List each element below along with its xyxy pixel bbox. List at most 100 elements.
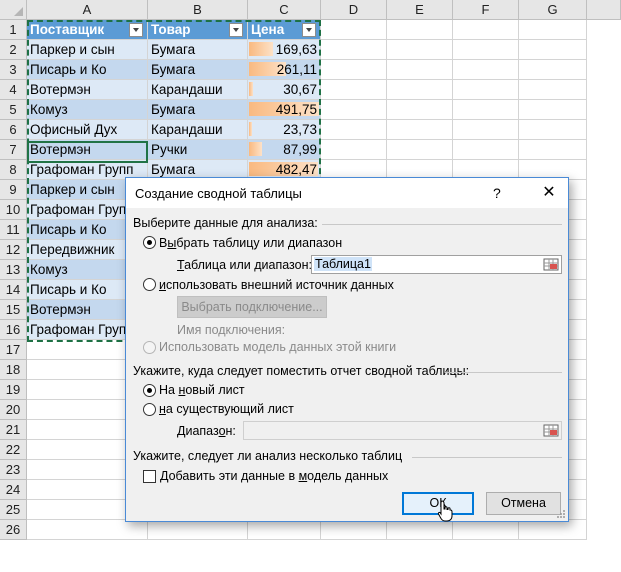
empty-cell[interactable] — [453, 60, 519, 80]
radio-existing-sheet[interactable] — [143, 403, 156, 416]
separator — [445, 372, 562, 373]
empty-cell[interactable] — [387, 140, 453, 160]
choose-connection-button[interactable]: Выбрать подключение... — [177, 296, 327, 318]
empty-cell[interactable] — [27, 520, 148, 540]
empty-cell[interactable] — [387, 120, 453, 140]
radio-select-table-label[interactable]: Выбрать таблицу или диапазон — [159, 236, 342, 250]
empty-cell[interactable] — [321, 80, 387, 100]
dialog-titlebar[interactable]: Создание сводной таблицы ? ✕ — [126, 178, 568, 208]
add-to-data-model-checkbox[interactable] — [143, 470, 156, 483]
radio-external-source-label[interactable]: использовать внешний источник данных — [159, 278, 394, 292]
row-header-20[interactable]: 20 — [0, 400, 27, 420]
empty-cell[interactable] — [387, 40, 453, 60]
empty-cell[interactable] — [321, 120, 387, 140]
row-header-3[interactable]: 3 — [0, 60, 27, 80]
empty-cell[interactable] — [519, 100, 587, 120]
row-header-5[interactable]: 5 — [0, 100, 27, 120]
column-header-F[interactable]: F — [453, 0, 519, 20]
close-button[interactable]: ✕ — [530, 178, 568, 208]
row-header-24[interactable]: 24 — [0, 480, 27, 500]
empty-cell[interactable] — [248, 520, 321, 540]
separator — [412, 457, 562, 458]
empty-cell[interactable] — [519, 80, 587, 100]
row-header-9[interactable]: 9 — [0, 180, 27, 200]
dialog-title: Создание сводной таблицы — [135, 186, 302, 201]
empty-cell[interactable] — [453, 20, 519, 40]
row-header-18[interactable]: 18 — [0, 360, 27, 380]
empty-cell[interactable] — [519, 120, 587, 140]
radio-data-model[interactable] — [143, 341, 156, 354]
column-header-G[interactable]: G — [519, 0, 587, 20]
empty-cell[interactable] — [453, 80, 519, 100]
section-placement-label: Укажите, куда следует поместить отчет св… — [133, 364, 470, 378]
row-header-2[interactable]: 2 — [0, 40, 27, 60]
column-header-B[interactable]: B — [148, 0, 248, 20]
empty-cell[interactable] — [387, 60, 453, 80]
empty-cell[interactable] — [321, 140, 387, 160]
empty-cell[interactable] — [387, 20, 453, 40]
empty-cell[interactable] — [387, 520, 453, 540]
empty-cell[interactable] — [519, 140, 587, 160]
collapse-location-icon[interactable] — [541, 422, 561, 439]
add-to-data-model-label[interactable]: Добавить эти данные в модель данных — [160, 469, 388, 483]
empty-cell[interactable] — [453, 120, 519, 140]
row-header-4[interactable]: 4 — [0, 80, 27, 100]
row-header-7[interactable]: 7 — [0, 140, 27, 160]
empty-cell[interactable] — [519, 520, 587, 540]
cancel-button[interactable]: Отмена — [486, 492, 561, 515]
row-header-10[interactable]: 10 — [0, 200, 27, 220]
row-header-19[interactable]: 19 — [0, 380, 27, 400]
select-all-corner[interactable] — [0, 0, 27, 20]
empty-cell[interactable] — [453, 520, 519, 540]
row-header-14[interactable]: 14 — [0, 280, 27, 300]
radio-new-sheet-label[interactable]: На новый лист — [159, 383, 245, 397]
empty-cell[interactable] — [519, 40, 587, 60]
radio-data-model-label[interactable]: Использовать модель данных этой книги — [159, 340, 396, 354]
empty-cell[interactable] — [453, 140, 519, 160]
resize-grip-icon[interactable] — [556, 509, 566, 519]
empty-cell[interactable] — [387, 80, 453, 100]
column-header-A[interactable]: A — [27, 0, 148, 20]
row-header-25[interactable]: 25 — [0, 500, 27, 520]
empty-cell[interactable] — [453, 40, 519, 60]
row-header-26[interactable]: 26 — [0, 520, 27, 540]
range-label: Таблица или диапазон: — [177, 258, 312, 272]
radio-existing-sheet-label[interactable]: на существующий лист — [159, 402, 294, 416]
help-button[interactable]: ? — [493, 185, 501, 201]
row-header-12[interactable]: 12 — [0, 240, 27, 260]
connection-name-label: Имя подключения: — [177, 323, 286, 337]
radio-select-table[interactable] — [143, 236, 156, 249]
empty-cell[interactable] — [321, 520, 387, 540]
row-header-23[interactable]: 23 — [0, 460, 27, 480]
row-header-8[interactable]: 8 — [0, 160, 27, 180]
empty-cell[interactable] — [519, 20, 587, 40]
empty-cell[interactable] — [321, 40, 387, 60]
row-header-1[interactable]: 1 — [0, 20, 27, 40]
radio-new-sheet[interactable] — [143, 384, 156, 397]
row-header-13[interactable]: 13 — [0, 260, 27, 280]
row-header-22[interactable]: 22 — [0, 440, 27, 460]
row-header-17[interactable]: 17 — [0, 340, 27, 360]
create-pivot-table-dialog: Создание сводной таблицы ? ✕ Выберите да… — [125, 177, 569, 522]
column-header-C[interactable]: C — [248, 0, 321, 20]
radio-external-source[interactable] — [143, 278, 156, 291]
row-header-6[interactable]: 6 — [0, 120, 27, 140]
empty-cell[interactable] — [453, 100, 519, 120]
row-header-16[interactable]: 16 — [0, 320, 27, 340]
column-header-partial[interactable] — [587, 0, 621, 20]
location-input[interactable] — [243, 421, 562, 440]
column-header-D[interactable]: D — [321, 0, 387, 20]
column-header-E[interactable]: E — [387, 0, 453, 20]
empty-cell[interactable] — [519, 60, 587, 80]
row-header-21[interactable]: 21 — [0, 420, 27, 440]
range-input[interactable]: Таблица1 — [311, 255, 562, 274]
collapse-range-icon[interactable] — [541, 256, 561, 273]
empty-cell[interactable] — [321, 20, 387, 40]
active-cell-A7[interactable] — [27, 141, 148, 163]
empty-cell[interactable] — [387, 100, 453, 120]
empty-cell[interactable] — [321, 100, 387, 120]
empty-cell[interactable] — [321, 60, 387, 80]
row-header-15[interactable]: 15 — [0, 300, 27, 320]
empty-cell[interactable] — [148, 520, 248, 540]
row-header-11[interactable]: 11 — [0, 220, 27, 240]
